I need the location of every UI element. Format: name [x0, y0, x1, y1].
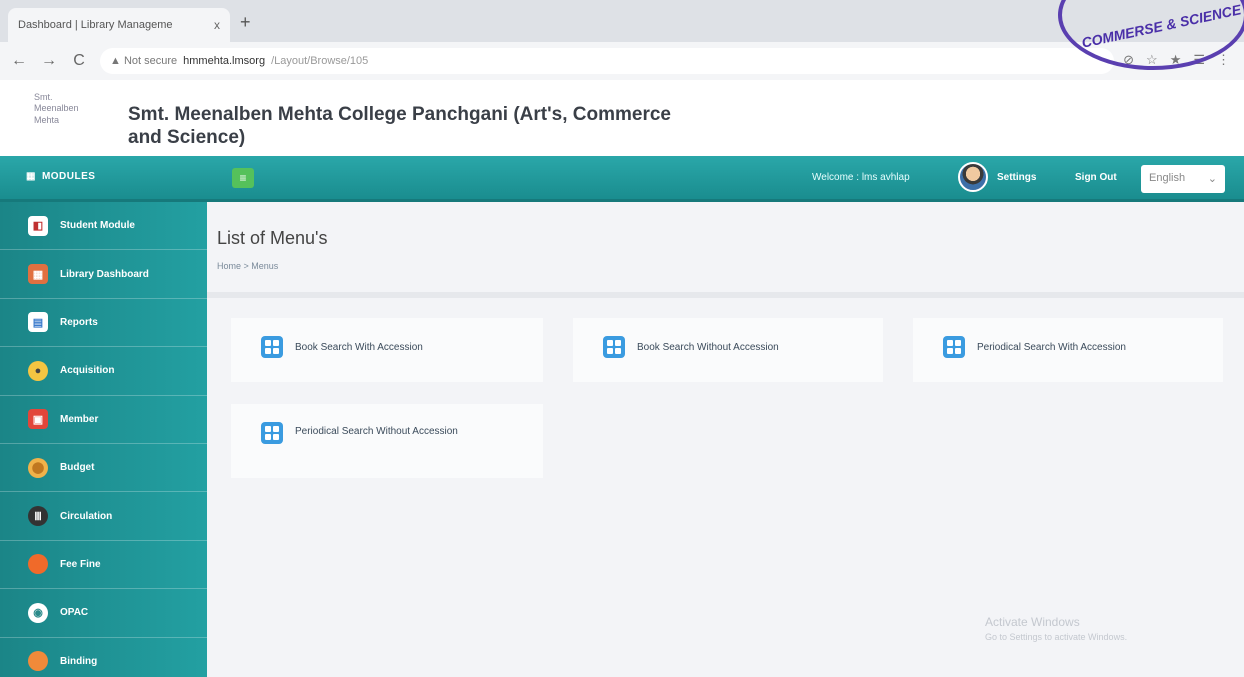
acquisition-icon: ●	[28, 360, 48, 381]
student-icon: ◧	[28, 215, 48, 236]
reports-icon: ▤	[28, 312, 48, 333]
budget-icon: ⬤	[28, 457, 48, 478]
browser-tab[interactable]: Dashboard | Library Manageme x	[8, 8, 230, 42]
sidebar: ◧ Student Module ▦ Library Dashboard ▤ Report…	[0, 202, 207, 677]
activate-windows-watermark: Activate Windows Go to Settings to activ…	[985, 613, 1127, 645]
url-input[interactable]: ▲ Not secure hmmehta.lmsorg/Layout/Brows…	[100, 48, 1114, 74]
college-logo-broken-image: Smt. Meenalben Mehta	[34, 92, 79, 125]
windows-tile-icon	[261, 336, 283, 358]
breadcrumb[interactable]: Home > Menus	[217, 261, 278, 271]
sidebar-item-budget[interactable]: ⬤ Budget	[0, 444, 207, 493]
sidebar-item-student-module[interactable]: ◧ Student Module	[0, 202, 207, 251]
sidebar-item-label: Binding	[60, 655, 98, 667]
watermark-title: Activate Windows	[985, 615, 1080, 629]
sidebar-item-label: OPAC	[60, 607, 89, 619]
main-content: List of Menu's Home > Menus Book Search …	[207, 202, 1244, 677]
sidebar-item-opac[interactable]: ◉ OPAC	[0, 589, 207, 638]
member-icon: ▣	[28, 409, 48, 430]
language-select[interactable]: English ⌄	[1141, 165, 1225, 193]
back-button[interactable]: ←	[10, 52, 28, 70]
modules-heading: ▦ MODULES	[26, 171, 95, 182]
page-title: List of Menu's	[217, 228, 328, 248]
dashboard-icon: ▦	[28, 264, 48, 285]
reload-button[interactable]: C	[70, 52, 88, 70]
sidebar-item-label: Acquisition	[60, 365, 115, 377]
chevron-down-icon: ⌄	[1207, 173, 1217, 185]
menu-card-book-search-without-accession[interactable]: Book Search Without Accession	[573, 318, 883, 382]
grid-icon: ▦	[26, 171, 36, 182]
sidebar-item-label: Fee Fine	[60, 558, 101, 570]
language-value: English	[1149, 172, 1186, 184]
top-navbar: ▦ MODULES ≡ Welcome : lms avhlap Setting…	[0, 156, 1244, 202]
menu-card-book-search-with-accession[interactable]: Book Search With Accession	[231, 318, 543, 382]
modules-label: MODULES	[41, 171, 96, 182]
college-header: Smt. Meenalben Mehta Smt. Meenalben Meht…	[0, 80, 1244, 156]
not-secure-label[interactable]: ▲ Not secure	[110, 55, 177, 67]
menu-card-label: Book Search Without Accession	[637, 342, 779, 353]
fee-fine-icon: ●	[28, 554, 48, 575]
sidebar-item-label: Library Dashboard	[60, 268, 149, 280]
sidebar-item-member[interactable]: ▣ Member	[0, 396, 207, 444]
address-bar-row: ← → C ▲ Not secure hmmehta.lmsorg/Layout…	[0, 42, 1244, 80]
url-host: hmmehta.lmsorg	[183, 55, 266, 67]
menu-card-label: Book Search With Accession	[295, 342, 423, 353]
sidebar-item-label: Reports	[60, 316, 98, 328]
settings-link[interactable]: Settings	[997, 172, 1036, 183]
sign-out-link[interactable]: Sign Out	[1075, 172, 1117, 183]
sidebar-item-fee-fine[interactable]: ● Fee Fine	[0, 541, 207, 590]
sidebar-item-label: Member	[60, 413, 99, 425]
menu-card-periodical-search-without-accession[interactable]: Periodical Search Without Accession	[231, 404, 543, 478]
user-avatar[interactable]	[958, 162, 988, 192]
sidebar-item-acquisition[interactable]: ● Acquisition	[0, 347, 207, 396]
browser-tab-bar: Dashboard | Library Manageme x +	[0, 0, 1244, 42]
menu-card-periodical-search-with-accession[interactable]: Periodical Search With Accession	[913, 318, 1223, 382]
sidebar-toggle-button[interactable]: ≡	[232, 168, 254, 188]
stamp-text: COMMERSE & SCIENCE	[1080, 1, 1243, 51]
circulation-icon: Ⅲ	[28, 506, 48, 527]
welcome-text: Welcome : lms avhlap	[812, 172, 910, 183]
opac-icon: ◉	[28, 602, 48, 623]
close-tab-icon[interactable]: x	[214, 18, 220, 32]
sidebar-item-binding[interactable]: ● Binding	[0, 638, 207, 677]
college-name: Smt. Meenalben Mehta College Panchgani (…	[128, 104, 671, 148]
sidebar-item-circulation[interactable]: Ⅲ Circulation	[0, 492, 207, 541]
divider	[207, 292, 1244, 298]
watermark-subtitle: Go to Settings to activate Windows.	[985, 632, 1128, 642]
windows-tile-icon	[943, 336, 965, 358]
windows-tile-icon	[261, 422, 283, 444]
menu-card-label: Periodical Search Without Accession	[295, 426, 458, 437]
sidebar-item-label: Budget	[60, 462, 95, 474]
sidebar-item-label: Circulation	[60, 510, 113, 522]
screen: Dashboard | Library Manageme x + ← → C ▲…	[0, 0, 1244, 677]
menu-card-label: Periodical Search With Accession	[977, 342, 1126, 353]
url-path: /Layout/Browse/105	[271, 55, 369, 67]
sidebar-item-reports[interactable]: ▤ Reports	[0, 299, 207, 348]
sidebar-item-library-dashboard[interactable]: ▦ Library Dashboard	[0, 250, 207, 299]
new-tab-button[interactable]: +	[240, 12, 251, 33]
binding-icon: ●	[28, 651, 48, 672]
forward-button[interactable]: →	[40, 52, 58, 70]
sidebar-item-label: Student Module	[60, 220, 135, 232]
tab-title: Dashboard | Library Manageme	[18, 19, 173, 31]
windows-tile-icon	[603, 336, 625, 358]
